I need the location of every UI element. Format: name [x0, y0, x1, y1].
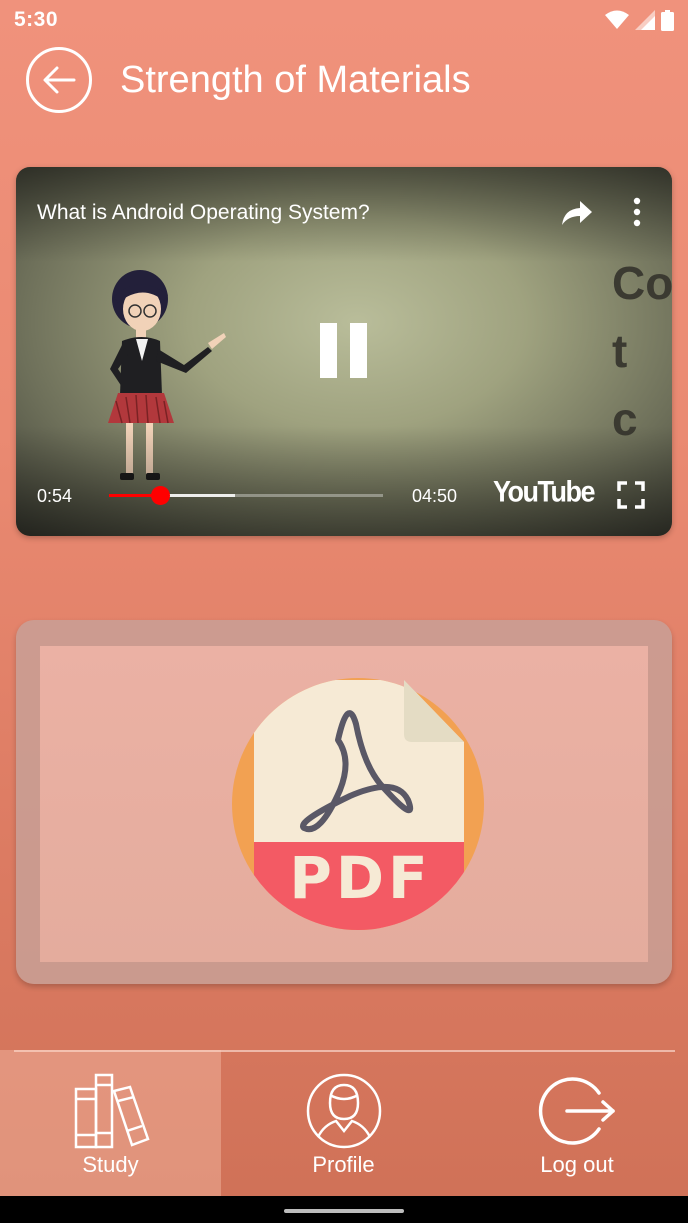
battery-icon — [661, 9, 674, 31]
share-icon[interactable] — [560, 199, 594, 227]
back-button[interactable] — [26, 47, 92, 113]
status-bar: 5:30 — [0, 0, 688, 40]
books-icon — [74, 1073, 150, 1149]
pdf-card[interactable]: PDF — [16, 620, 672, 984]
bottom-nav: Study Profile Log out — [0, 1050, 688, 1196]
user-circle-icon — [306, 1073, 381, 1149]
video-background-text: Co t c — [612, 257, 672, 445]
status-time: 5:30 — [14, 8, 59, 31]
page-title: Strength of Materials — [120, 58, 471, 101]
system-navigation-bar — [0, 1196, 688, 1223]
pause-icon — [320, 323, 337, 378]
nav-item-profile[interactable]: Profile — [221, 1050, 466, 1196]
progress-scrubber[interactable] — [150, 486, 170, 505]
nav-label-profile: Profile — [312, 1152, 375, 1177]
video-progress-bar[interactable] — [109, 486, 383, 505]
home-indicator[interactable] — [284, 1209, 404, 1213]
nav-label-study: Study — [82, 1152, 139, 1177]
app-header: Strength of Materials — [26, 46, 471, 114]
signal-icon — [635, 10, 655, 30]
video-current-time: 0:54 — [37, 486, 73, 506]
pause-icon-bar — [350, 323, 367, 378]
pause-button[interactable] — [314, 319, 374, 381]
video-title: What is Android Operating System? — [37, 201, 370, 224]
pdf-label: PDF — [289, 844, 432, 912]
logout-icon — [538, 1077, 615, 1145]
video-duration: 04:50 — [412, 486, 458, 506]
fullscreen-icon[interactable] — [617, 481, 645, 509]
pdf-card-inner: PDF — [40, 646, 648, 962]
arrow-left-icon — [43, 66, 76, 94]
more-vert-icon[interactable] — [628, 195, 646, 229]
youtube-logo[interactable]: YouTube — [493, 476, 595, 509]
video-player[interactable]: Co t c What is Android Operating System? — [16, 167, 672, 536]
nav-item-logout[interactable]: Log out — [466, 1050, 688, 1196]
nav-label-logout: Log out — [540, 1152, 614, 1177]
nav-item-study[interactable]: Study — [0, 1050, 221, 1196]
status-icons — [605, 9, 674, 31]
wifi-icon — [605, 10, 629, 29]
